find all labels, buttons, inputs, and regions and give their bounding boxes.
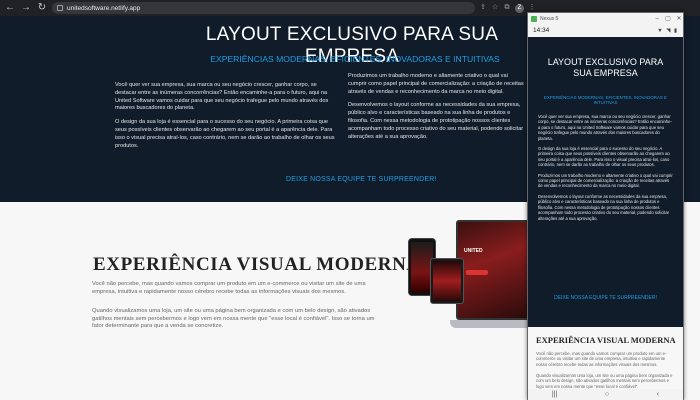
hero-cta-link[interactable]: DEIXE NOSSA EQUIPE TE SURPREENDER! xyxy=(286,176,437,183)
emulator-titlebar: Nexus 5 – ▢ ✕ xyxy=(528,13,683,24)
close-icon[interactable]: ✕ xyxy=(675,15,683,22)
reload-icon[interactable]: ↻ xyxy=(36,2,48,14)
emulator-title: Nexus 5 xyxy=(540,15,559,22)
laptop-screen-button xyxy=(466,270,488,275)
experience-paragraph: Quando visualizamos uma loja, um site ou… xyxy=(92,308,375,330)
mobile-experience-title: EXPERIÊNCIA VISUAL MODERNA xyxy=(536,335,676,345)
hero-left-paragraph: Você quer ver sua empresa, sua marca ou … xyxy=(115,82,329,112)
mobile-hero-paragraph: O design da sua loja é essencial para o … xyxy=(538,146,670,168)
experience-title: EXPERIÊNCIA VISUAL MODERNA xyxy=(93,254,421,275)
mobile-emulator-window: Nexus 5 – ▢ ✕ 14:34 ▼ ◥ ▮ LAYOUT EXCLUSI… xyxy=(527,12,684,400)
devices-mockup-image: UNITED xyxy=(408,220,536,345)
back-icon[interactable]: ← xyxy=(4,2,16,14)
phone-nav-bar: ||| ○ ‹ xyxy=(528,389,683,400)
laptop-screen: UNITED xyxy=(456,220,532,320)
recents-icon[interactable]: ||| xyxy=(552,391,557,398)
url-text: unitedsoftware.netlify.app xyxy=(67,4,141,12)
hero-left-column: Você quer ver sua empresa, sua marca ou … xyxy=(115,82,337,156)
minimize-icon[interactable]: – xyxy=(653,16,661,22)
address-bar[interactable]: unitedsoftware.netlify.app xyxy=(52,2,475,14)
profile-avatar[interactable]: Z xyxy=(515,3,524,13)
home-icon[interactable]: ○ xyxy=(605,391,609,398)
tablet-mockup xyxy=(430,258,464,304)
lock-icon xyxy=(57,5,63,11)
mobile-experience-paragraph: Você não percebe, mas quando vamos compr… xyxy=(536,351,667,367)
hero-left-paragraph: O design da sua loja é essencial para o … xyxy=(115,119,335,149)
maximize-icon[interactable]: ▢ xyxy=(664,15,672,22)
mobile-hero-cta-link[interactable]: DEIXE NOSSA EQUIPE TE SURPREENDER! xyxy=(528,295,683,301)
mobile-experience-paragraph: Quando visualizamos uma loja, um site ou… xyxy=(536,373,673,389)
mobile-hero-paragraph: Você quer ver sua empresa, sua marca ou … xyxy=(538,114,672,141)
laptop-screen-text: UNITED xyxy=(464,248,483,254)
mobile-hero-title: LAYOUT EXCLUSIVO PARA SUA EMPRESA xyxy=(547,57,664,78)
menu-icon[interactable]: ⋮ xyxy=(528,4,536,12)
hero-subtitle: EXPERIÊNCIAS MODERNAS, EFICIENTES, INOVA… xyxy=(210,54,500,64)
star-icon[interactable]: ☆ xyxy=(491,4,499,12)
hero-right-paragraph: Produzimos um trabalho moderno e altamen… xyxy=(348,73,524,95)
back-nav-icon[interactable]: ‹ xyxy=(657,391,659,398)
phone-status-bar: 14:34 ▼ ◥ ▮ xyxy=(528,24,683,37)
mobile-page[interactable]: LAYOUT EXCLUSIVO PARA SUA EMPRESA EXPERI… xyxy=(528,37,683,400)
forward-icon[interactable]: → xyxy=(20,2,32,14)
hero-right-column: Produzimos um trabalho moderno e altamen… xyxy=(348,73,528,163)
mobile-hero-paragraph: Desenvolvemos o layout conforme as neces… xyxy=(538,193,670,221)
mobile-hero-body: Você quer ver sua empresa, sua marca ou … xyxy=(538,114,673,226)
mobile-hero-section: LAYOUT EXCLUSIVO PARA SUA EMPRESA EXPERI… xyxy=(528,37,683,327)
hero-right-paragraph: Desenvolvemos o layout conforme as neces… xyxy=(348,102,524,140)
mobile-hero-subtitle: EXPERIÊNCIAS MODERNAS, EFICIENTES, INOVA… xyxy=(544,95,667,105)
emulator-logo-icon xyxy=(531,15,537,22)
extensions-icon[interactable]: ⧉ xyxy=(503,4,511,12)
mobile-hero-paragraph: Produzimos um trabalho moderno e altamen… xyxy=(538,172,673,189)
share-icon[interactable]: ⇪ xyxy=(479,4,487,12)
phone-status-icons: ▼ ◥ ▮ xyxy=(657,27,678,34)
experience-paragraph: Você não percebe, mas quando vamos compr… xyxy=(92,281,366,295)
phone-time: 14:34 xyxy=(533,27,550,34)
laptop-base xyxy=(450,320,536,328)
